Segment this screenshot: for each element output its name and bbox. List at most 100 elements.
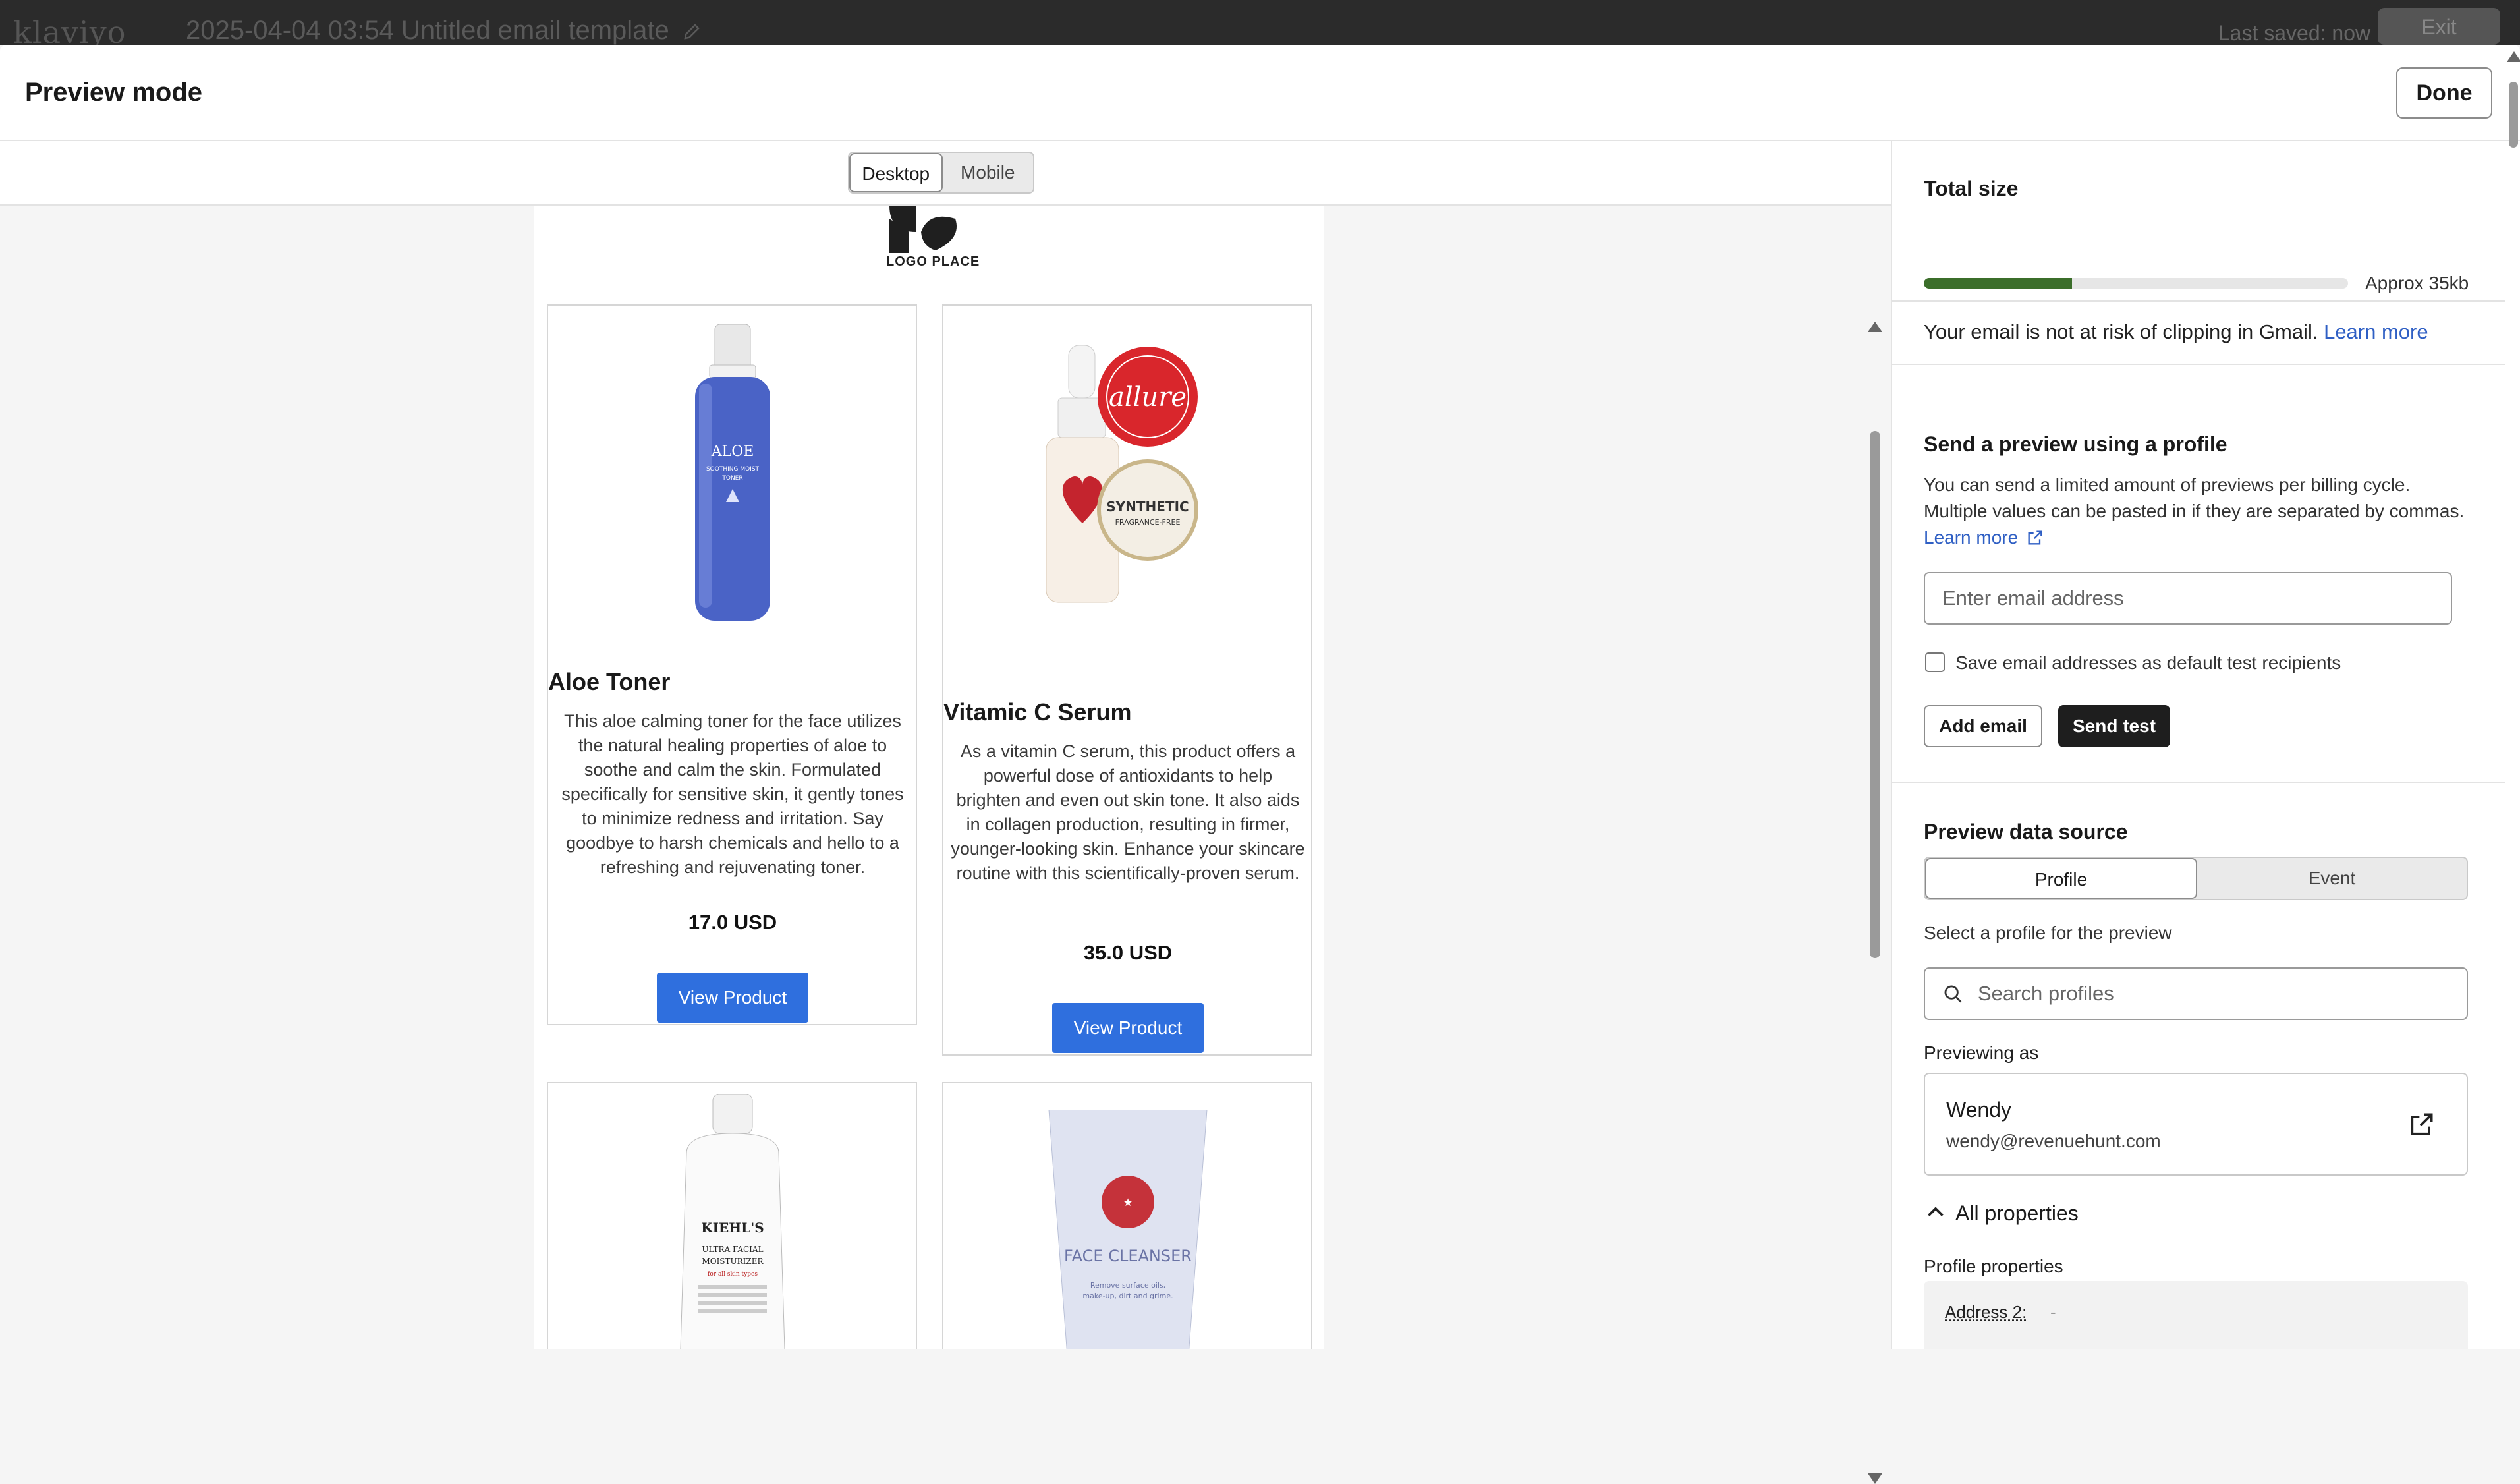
last-saved-text: Last saved: now	[2218, 21, 2370, 45]
email-address-input[interactable]: Enter email address	[1924, 572, 2452, 625]
product-title: Aloe Toner	[548, 668, 670, 696]
svg-text:MOISTURIZER: MOISTURIZER	[702, 1257, 764, 1266]
product-title: Vitamic C Serum	[943, 699, 1131, 726]
product-description: As a vitamin C serum, this product offer…	[950, 739, 1306, 886]
divider	[1892, 782, 2505, 783]
svg-text:ULTRA FACIAL: ULTRA FACIAL	[702, 1245, 763, 1254]
email-preview: LOGO PLACE ALOE SOOTHING MOIST TONER Alo…	[534, 206, 1324, 1349]
size-progress-fill	[1924, 278, 2072, 289]
device-toolbar: Desktop Mobile	[0, 141, 1891, 206]
cleanser-tube-image: ★ FACE CLEANSER Remove surface oils, mak…	[1042, 1110, 1214, 1349]
svg-text:Remove surface oils,: Remove surface oils,	[1090, 1281, 1165, 1290]
scroll-up-arrow-icon[interactable]	[1868, 322, 1882, 332]
product-price: 35.0 USD	[943, 941, 1312, 965]
profile-card: Wendy wendy@revenuehunt.com	[1924, 1073, 2468, 1176]
canvas-scrollbar[interactable]	[1870, 339, 1880, 1367]
svg-text:★: ★	[1123, 1196, 1133, 1209]
preview-canvas: Desktop Mobile LOGO PLACE ALOE SOOTHING …	[0, 141, 1891, 1349]
modal-header: Preview mode Done	[0, 45, 2520, 141]
data-source-toggle: Profile Event	[1924, 857, 2468, 900]
chevron-up-icon	[1924, 1201, 1947, 1224]
total-size-title: Total size	[1924, 177, 2018, 201]
send-preview-title: Send a preview using a profile	[1924, 432, 2227, 457]
property-key: Address 2:	[1945, 1302, 2027, 1323]
svg-text:SYNTHETIC: SYNTHETIC	[1106, 499, 1189, 515]
serum-bottle-image: allure SYNTHETIC FRAGRANCE-FREE	[1009, 345, 1246, 648]
size-approx: Approx 35kb	[2365, 273, 2469, 294]
size-progress-bar	[1924, 278, 2348, 289]
profile-email: wendy@revenuehunt.com	[1946, 1131, 2161, 1152]
panel-scroll-up-arrow-icon[interactable]	[2507, 51, 2520, 62]
search-placeholder: Search profiles	[1978, 982, 2114, 1006]
toner-bottle-image: ALOE SOOTHING MOIST TONER	[690, 324, 775, 627]
send-preview-desc-1: You can send a limited amount of preview…	[1924, 474, 2410, 496]
scroll-down-arrow-icon[interactable]	[1868, 1473, 1882, 1484]
product-description: This aloe calming toner for the face uti…	[555, 709, 910, 880]
total-size-section: Total size Approx 35kb Your email is not…	[1892, 141, 2505, 302]
clipping-message: Your email is not at risk of clipping in…	[1924, 320, 2428, 344]
view-product-button[interactable]: View Product	[1052, 1003, 1204, 1053]
document-title[interactable]: 2025-04-04 03:54 Untitled email template	[186, 16, 702, 45]
send-preview-desc-2: Multiple values can be pasted in if they…	[1924, 501, 2464, 522]
moisturizer-bottle-image: KIEHL'S ULTRA FACIAL MOISTURIZER for all…	[667, 1094, 798, 1349]
profile-name: Wendy	[1946, 1098, 2011, 1122]
send-preview-learn-more-link[interactable]: Learn more	[1924, 527, 2044, 548]
all-properties-toggle[interactable]: All properties	[1924, 1201, 2079, 1226]
done-button[interactable]: Done	[2396, 67, 2492, 119]
data-source-title: Preview data source	[1924, 820, 2127, 844]
profile-properties-label: Profile properties	[1924, 1256, 2063, 1277]
product-card: ALOE SOOTHING MOIST TONER Aloe Toner Thi…	[547, 304, 917, 1025]
svg-text:for all skin types: for all skin types	[708, 1271, 758, 1278]
modal-title: Preview mode	[25, 78, 202, 107]
app-bar: klaviyo 2025-04-04 03:54 Untitled email …	[0, 0, 2520, 45]
leaf-logo-icon	[883, 206, 982, 253]
svg-text:ALOE: ALOE	[711, 443, 754, 460]
product-card: KIEHL'S ULTRA FACIAL MOISTURIZER for all…	[547, 1082, 917, 1349]
svg-text:TONER: TONER	[721, 475, 742, 482]
search-icon	[1942, 983, 1965, 1006]
property-value: -	[2050, 1302, 2056, 1323]
exit-button[interactable]: Exit	[2378, 8, 2500, 45]
pencil-icon	[682, 22, 702, 42]
desktop-tab[interactable]: Desktop	[849, 153, 943, 192]
svg-text:FACE CLEANSER: FACE CLEANSER	[1064, 1247, 1192, 1265]
logo-text: LOGO PLACE	[886, 254, 980, 270]
event-tab[interactable]: Event	[2197, 858, 2467, 899]
learn-more-text: Learn more	[1924, 527, 2018, 548]
svg-text:FRAGRANCE-FREE: FRAGRANCE-FREE	[1115, 518, 1181, 527]
product-card: allure SYNTHETIC FRAGRANCE-FREE Vitamic …	[942, 304, 1312, 1056]
panel-scrollbar[interactable]	[2509, 51, 2519, 1251]
mobile-tab[interactable]: Mobile	[943, 153, 1034, 192]
all-properties-label: All properties	[1955, 1201, 2079, 1225]
external-link-icon	[2026, 528, 2044, 547]
profile-tab[interactable]: Profile	[1925, 858, 2197, 899]
select-profile-label: Select a profile for the preview	[1924, 923, 2172, 944]
svg-text:allure: allure	[1109, 382, 1187, 413]
previewing-as-label: Previewing as	[1924, 1042, 2038, 1064]
panel-scrollbar-thumb[interactable]	[2509, 82, 2518, 148]
open-profile-icon[interactable]	[2407, 1110, 2436, 1139]
send-test-button[interactable]: Send test	[2058, 705, 2170, 747]
property-value: -	[2050, 1346, 2056, 1349]
svg-text:KIEHL'S: KIEHL'S	[701, 1220, 764, 1236]
scrollbar-thumb[interactable]	[1870, 431, 1880, 958]
add-email-button[interactable]: Add email	[1924, 705, 2042, 747]
product-card: ★ FACE CLEANSER Remove surface oils, mak…	[942, 1082, 1312, 1349]
svg-text:SOOTHING MOIST: SOOTHING MOIST	[706, 466, 760, 472]
svg-text:make-up, dirt and grime.: make-up, dirt and grime.	[1082, 1292, 1173, 1300]
clipping-text: Your email is not at risk of clipping in…	[1924, 320, 2318, 343]
view-product-button[interactable]: View Product	[657, 973, 808, 1023]
property-key: Longitude:	[1945, 1346, 2025, 1349]
save-default-label: Save email addresses as default test rec…	[1955, 652, 2341, 673]
preview-modal: Preview mode Done Desktop Mobile LOGO PL…	[0, 45, 2520, 1349]
document-title-text: 2025-04-04 03:54 Untitled email template	[186, 16, 669, 45]
product-price: 17.0 USD	[548, 911, 917, 934]
learn-more-link[interactable]: Learn more	[2324, 320, 2428, 343]
preview-settings-panel: Total size Approx 35kb Your email is not…	[1891, 141, 2520, 1349]
save-default-checkbox[interactable]	[1925, 652, 1945, 672]
search-profiles-input[interactable]: Search profiles	[1924, 967, 2468, 1020]
logo-placeholder: LOGO PLACE	[883, 206, 982, 271]
profile-properties-list: Address 2: - Longitude: -	[1924, 1281, 2468, 1349]
device-toggle: Desktop Mobile	[848, 152, 1034, 194]
last-saved-status: Last saved: now	[2218, 21, 2401, 45]
